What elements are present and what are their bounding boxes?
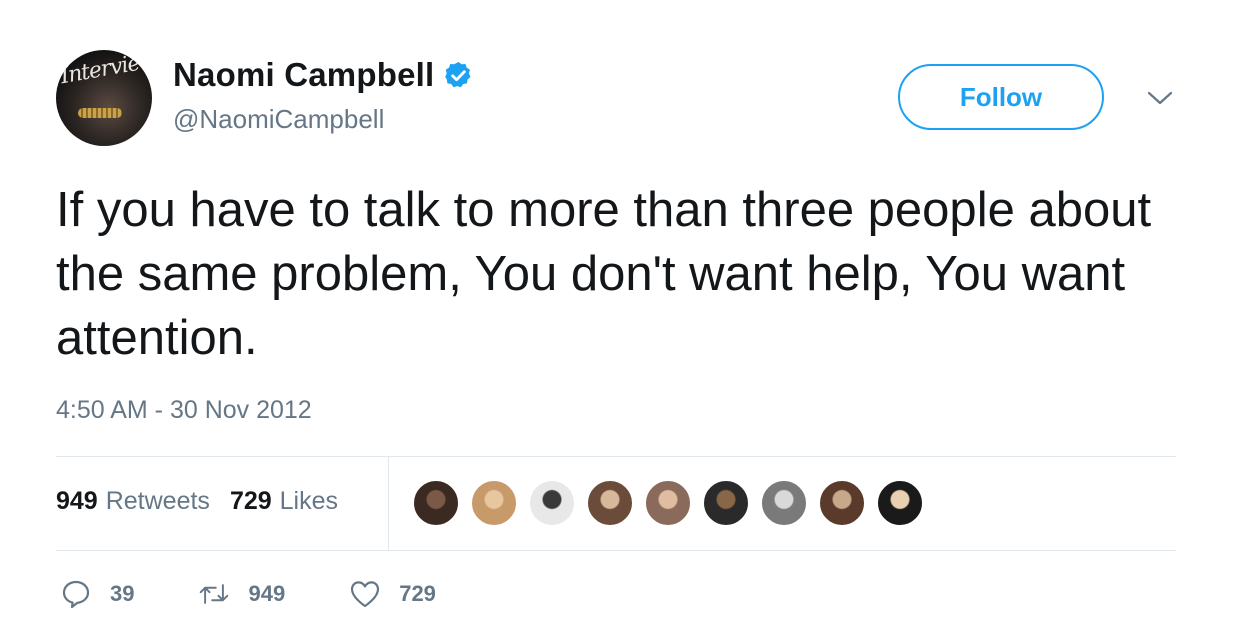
retweet-action[interactable]: 949 [198, 578, 285, 610]
reply-icon [62, 580, 90, 609]
avatar-magazine-text: Interview [58, 50, 152, 90]
liker-avatar[interactable] [644, 479, 692, 527]
likes-stat[interactable]: 729 Likes [230, 487, 338, 516]
retweets-stat[interactable]: 949 Retweets [56, 487, 210, 516]
user-name-row: Naomi Campbell [173, 56, 474, 94]
user-handle[interactable]: @NaomiCampbell [173, 104, 384, 135]
tweet-actions: 39 949 729 [60, 578, 500, 610]
tweet-timestamp[interactable]: 4:50 AM - 30 Nov 2012 [56, 396, 312, 425]
liker-avatar[interactable] [528, 479, 576, 527]
liker-avatar[interactable] [412, 479, 460, 527]
display-name[interactable]: Naomi Campbell [173, 56, 434, 94]
reply-action[interactable]: 39 [60, 578, 134, 610]
avatar-necklace [78, 108, 122, 118]
chevron-down-icon[interactable] [1146, 88, 1174, 108]
liker-avatar[interactable] [818, 479, 866, 527]
divider [56, 550, 1176, 551]
retweet-count: 949 [248, 581, 286, 606]
verified-badge-icon [445, 61, 471, 87]
liker-avatars [412, 479, 934, 527]
tweet-text: If you have to talk to more than three p… [56, 183, 1152, 365]
heart-icon [351, 581, 380, 608]
liker-avatar[interactable] [586, 479, 634, 527]
like-count: 729 [399, 581, 436, 606]
reply-count: 39 [110, 581, 135, 606]
retweets-count: 949 [56, 487, 98, 515]
liker-avatar[interactable] [760, 479, 808, 527]
retweet-icon [200, 584, 229, 604]
follow-button[interactable]: Follow [898, 64, 1104, 130]
liker-avatar[interactable] [470, 479, 518, 527]
retweets-label: Retweets [105, 487, 210, 515]
divider [56, 456, 1176, 457]
like-action[interactable]: 729 [349, 578, 436, 610]
likes-count: 729 [229, 487, 272, 515]
liker-avatar[interactable] [702, 479, 750, 527]
likes-label: Likes [279, 487, 339, 515]
engagement-stats: 949 Retweets 729 Likes [56, 487, 358, 516]
divider [388, 456, 389, 550]
avatar[interactable]: Interview [56, 50, 152, 146]
liker-avatar[interactable] [876, 479, 924, 527]
